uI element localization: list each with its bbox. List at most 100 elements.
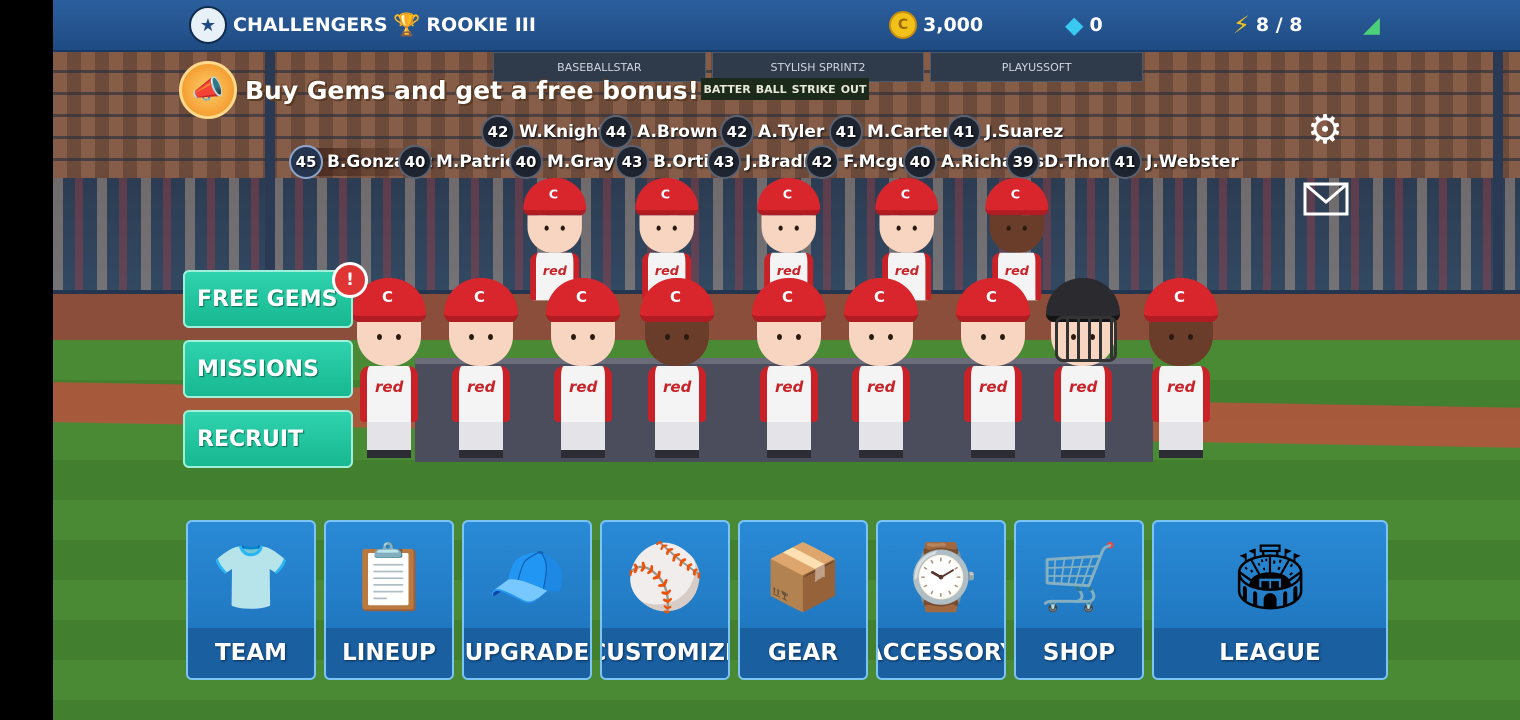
energy-amount: 8 / 8: [1255, 14, 1303, 36]
player-name: A.Tyler: [758, 122, 825, 142]
roster-badge[interactable]: 42 A.Tyler: [720, 115, 825, 149]
face: [551, 322, 615, 366]
accessory-menu-button[interactable]: ⌚ ACCESSORY: [876, 520, 1006, 680]
player-figure[interactable]: Cred: [951, 278, 1035, 458]
jersey-text: red: [569, 378, 598, 396]
gem-counter[interactable]: ◆ 0: [1065, 0, 1103, 50]
face: [645, 322, 709, 366]
missions-button[interactable]: MISSIONS: [183, 340, 353, 398]
team-logo-icon: ★: [189, 6, 227, 44]
menu-label: CUSTOMIZE: [602, 628, 728, 678]
jersey: red: [964, 366, 1022, 422]
jersey-text: red: [467, 378, 496, 396]
coin-icon: C: [889, 11, 917, 39]
face: [639, 215, 694, 253]
gear-icon[interactable]: ⚙: [1303, 107, 1347, 153]
jersey-text: red: [375, 378, 404, 396]
clipboard-icon: 📋: [349, 540, 429, 615]
jersey-text: red: [894, 263, 919, 279]
signal-icon: ◢: [1363, 12, 1380, 38]
roster-badge[interactable]: 44 A.Brown: [599, 115, 718, 149]
pants: [655, 422, 699, 458]
cap: C: [875, 178, 939, 216]
coin-counter[interactable]: C 3,000: [889, 0, 983, 50]
pants: [1159, 422, 1203, 458]
cap: C: [956, 278, 1030, 322]
menu-label: LEAGUE: [1154, 628, 1386, 678]
player-number: 41: [829, 115, 863, 149]
cap-letter: C: [900, 186, 911, 202]
scoreboard: BATTER BALL STRIKE OUT: [701, 78, 869, 100]
megaphone-icon: 📣: [179, 61, 237, 119]
face: [989, 215, 1044, 253]
cap-letter: C: [1010, 186, 1021, 202]
menu-label: GEAR: [740, 628, 866, 678]
team-info[interactable]: ★ CHALLENGERS: [189, 0, 388, 50]
player-figure[interactable]: Cred: [635, 278, 719, 458]
shop-menu-button[interactable]: 🛒 SHOP: [1014, 520, 1144, 680]
cap: C: [844, 278, 918, 322]
pants: [561, 422, 605, 458]
jersey: red: [648, 366, 706, 422]
cap-letter: C: [670, 288, 682, 306]
player-name: A.Brown: [637, 122, 718, 142]
player-number: 40: [903, 145, 937, 179]
jersey: red: [760, 366, 818, 422]
cap: C: [546, 278, 620, 322]
promo-banner[interactable]: 📣 Buy Gems and get a free bonus!: [179, 61, 699, 119]
jersey: red: [1054, 366, 1112, 422]
recruit-button[interactable]: RECRUIT: [183, 410, 353, 468]
free-gems-button[interactable]: FREE GEMS: [183, 270, 353, 328]
player-number: 41: [947, 115, 981, 149]
upgrade-menu-button[interactable]: 🧢 UPGRADE: [462, 520, 592, 680]
face: [849, 322, 913, 366]
roster-badge[interactable]: 43 B.Ortiz: [615, 145, 719, 179]
player-figure[interactable]: Cred: [541, 278, 625, 458]
cap-letter: C: [382, 288, 394, 306]
jersey-text: red: [979, 378, 1008, 396]
player-figure[interactable]: Cred: [839, 278, 923, 458]
player-number: 40: [509, 145, 543, 179]
rank-info[interactable]: 🏆 ROOKIE III: [393, 0, 536, 50]
menu-label: UPGRADE: [464, 628, 590, 678]
league-menu-button[interactable]: 🏟 LEAGUE: [1152, 520, 1388, 680]
cap-letter: C: [986, 288, 998, 306]
rank-label: ROOKIE III: [426, 14, 536, 36]
player-figure[interactable]: Cred: [347, 278, 431, 458]
pitcher-icon: ⚾: [625, 540, 705, 615]
player-name: M.Carter: [867, 122, 951, 142]
face: [357, 322, 421, 366]
team-menu-button[interactable]: 👕 TEAM: [186, 520, 316, 680]
cap-letter: C: [782, 186, 793, 202]
roster-badge[interactable]: 42 W.Knight: [481, 115, 607, 149]
jersey-text: red: [867, 378, 896, 396]
menu-label: LINEUP: [326, 628, 452, 678]
face: [961, 322, 1025, 366]
player-figure[interactable]: Cred: [1139, 278, 1223, 458]
roster-badge[interactable]: 40 M.Gray: [509, 145, 615, 179]
player-number: 39: [1006, 145, 1040, 179]
mail-icon[interactable]: [1303, 180, 1349, 218]
roster-badge[interactable]: 40 M.Patrick: [398, 145, 527, 179]
pants: [971, 422, 1015, 458]
customize-menu-button[interactable]: ⚾ CUSTOMIZE: [600, 520, 730, 680]
lineup-menu-button[interactable]: 📋 LINEUP: [324, 520, 454, 680]
player-figure[interactable]: Cred: [439, 278, 523, 458]
catcher-figure[interactable]: red: [1041, 278, 1125, 458]
scoreboard-label: OUT: [840, 82, 867, 96]
roster-badge[interactable]: 41 J.Suarez: [947, 115, 1063, 149]
roster-badge[interactable]: 41 M.Carter: [829, 115, 951, 149]
player-figure[interactable]: Cred: [747, 278, 831, 458]
jersey-icon: 👕: [211, 540, 291, 615]
cap-letter: C: [782, 288, 794, 306]
scoreboard-label: BALL: [755, 82, 787, 96]
player-name: W.Knight: [519, 122, 607, 142]
gear-menu-button[interactable]: 📦 GEAR: [738, 520, 868, 680]
gem-icon: ◆: [1065, 11, 1084, 39]
energy-counter[interactable]: ⚡ 8 / 8: [1233, 0, 1302, 50]
top-bar: ★ CHALLENGERS 🏆 ROOKIE III C 3,000 ◆ 0 ⚡…: [53, 0, 1520, 52]
jersey-text: red: [654, 263, 679, 279]
roster-badge[interactable]: 41 J.Webster: [1108, 145, 1239, 179]
watch-icon: ⌚: [901, 540, 981, 615]
shopping-cart-icon: 🛒: [1039, 540, 1119, 615]
